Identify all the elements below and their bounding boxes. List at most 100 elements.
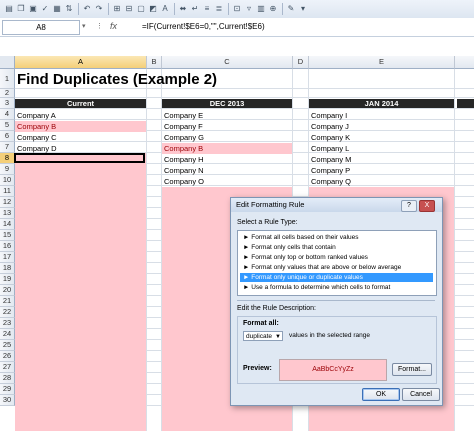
font-color-icon[interactable]: A [160, 4, 170, 14]
row-header-24[interactable]: 24 [0, 329, 15, 340]
row-header-10[interactable]: 10 [0, 175, 15, 186]
rule-type-item[interactable]: ► Format only top or bottom ranked value… [240, 253, 433, 262]
row-header-19[interactable]: 19 [0, 274, 15, 285]
column-header-f[interactable] [455, 56, 474, 69]
insert-row-icon[interactable]: ⊞ [112, 4, 122, 14]
select-all-corner[interactable] [0, 56, 15, 69]
row-header-11[interactable]: 11 [0, 186, 15, 197]
help-button[interactable]: ? [401, 200, 417, 212]
rule-type-item[interactable]: ► Format all cells based on their values [240, 233, 433, 242]
rule-type-item[interactable]: ► Format only unique or duplicate values [240, 273, 433, 282]
column-header-e[interactable]: E [309, 56, 455, 69]
function-icon[interactable]: fx [110, 21, 117, 31]
ok-button[interactable]: OK [362, 388, 400, 401]
jan-item[interactable]: Company J [309, 121, 454, 132]
name-box-dropdown-icon[interactable]: ▾ [82, 22, 86, 30]
spelling-icon[interactable]: ✓ [40, 4, 50, 14]
dialog-title-bar[interactable]: Edit Formatting Rule ? X [231, 198, 442, 212]
borders-icon[interactable]: ▢ [136, 4, 146, 14]
rule-type-item[interactable]: ► Use a formula to determine which cells… [240, 283, 433, 292]
row-header-4[interactable]: 4 [0, 109, 15, 120]
rule-type-item[interactable]: ► Format only values that are above or b… [240, 263, 433, 272]
rule-type-list[interactable]: ► Format all cells based on their values… [237, 230, 437, 296]
formula-bar-resize-icon[interactable]: ⋮ [96, 22, 103, 30]
jan-item[interactable]: Company P [309, 165, 454, 176]
dec-item[interactable]: Company G [162, 132, 292, 143]
row-header-14[interactable]: 14 [0, 219, 15, 230]
dec-item[interactable]: Company O [162, 176, 292, 187]
table-icon[interactable]: ▦ [52, 4, 62, 14]
format-painter-icon[interactable]: ✎ [286, 4, 296, 14]
active-cell-a8[interactable] [14, 153, 145, 163]
dec-item-duplicate[interactable]: Company B [162, 143, 292, 154]
row-header-5[interactable]: 5 [0, 120, 15, 131]
row-header-2[interactable]: 2 [0, 89, 15, 98]
jan-item[interactable]: Company M [309, 154, 454, 165]
dec-item[interactable]: Company N [162, 165, 292, 176]
redo-icon[interactable]: ↷ [94, 4, 104, 14]
toolbar-divider [78, 3, 79, 15]
name-box[interactable]: A8 [2, 20, 80, 35]
current-item[interactable]: Company A [15, 110, 146, 121]
column-header-c[interactable]: C [162, 56, 293, 69]
row-header-18[interactable]: 18 [0, 263, 15, 274]
freeze-panes-icon[interactable]: ⊡ [232, 4, 242, 14]
align-center-icon[interactable]: ≣ [214, 4, 224, 14]
row-header-23[interactable]: 23 [0, 318, 15, 329]
row-header-6[interactable]: 6 [0, 131, 15, 142]
rule-type-item[interactable]: ► Format only cells that contain [240, 243, 433, 252]
dec-item[interactable]: Company E [162, 110, 292, 121]
row-header-25[interactable]: 25 [0, 340, 15, 351]
customize-toolbar-icon[interactable]: ▾ [298, 4, 308, 14]
row-header-29[interactable]: 29 [0, 384, 15, 395]
row-header-30[interactable]: 30 [0, 395, 15, 406]
current-item[interactable]: Company C [15, 132, 146, 143]
duplicate-unique-select[interactable]: duplicate ▼ [243, 331, 283, 341]
column-header-b[interactable]: B [147, 56, 162, 69]
row-header-12[interactable]: 12 [0, 197, 15, 208]
sort-icon[interactable]: ⇅ [64, 4, 74, 14]
wrap-text-icon[interactable]: ↵ [190, 4, 200, 14]
format-button[interactable]: Format... [392, 363, 432, 376]
cancel-button[interactable]: Cancel [402, 388, 440, 401]
dec-item[interactable]: Company H [162, 154, 292, 165]
dec-item[interactable]: Company F [162, 121, 292, 132]
jan-item[interactable]: Company Q [309, 176, 454, 187]
row-header-7[interactable]: 7 [0, 142, 15, 153]
undo-icon[interactable]: ↶ [82, 4, 92, 14]
filter-icon[interactable]: ▿ [244, 4, 254, 14]
row-header-8[interactable]: 8 [0, 153, 15, 164]
quick-access-toolbar: ▤ ❐ ▣ ✓ ▦ ⇅ ↶ ↷ ⊞ ⊟ ▢ ◩ A ⬌ ↵ ≡ ≣ ⊡ ▿ ▥ … [0, 0, 474, 19]
jan-item[interactable]: Company K [309, 132, 454, 143]
jan-item[interactable]: Company I [309, 110, 454, 121]
row-header-20[interactable]: 20 [0, 285, 15, 296]
zoom-icon[interactable]: ⊕ [268, 4, 278, 14]
column-header-a[interactable]: A [15, 56, 147, 69]
formula-input[interactable]: =IF(Current!$E6=0,"",Current!$E6) [142, 22, 265, 31]
row-header-16[interactable]: 16 [0, 241, 15, 252]
toolbar-divider [228, 3, 229, 15]
copy-icon[interactable]: ❐ [16, 4, 26, 14]
row-header-15[interactable]: 15 [0, 230, 15, 241]
merge-icon[interactable]: ⬌ [178, 4, 188, 14]
row-header-9[interactable]: 9 [0, 164, 15, 175]
close-button[interactable]: X [419, 200, 435, 212]
row-header-28[interactable]: 28 [0, 373, 15, 384]
insert-column-icon[interactable]: ⊟ [124, 4, 134, 14]
jan-item[interactable]: Company L [309, 143, 454, 154]
row-header-1[interactable]: 1 [0, 69, 15, 89]
current-item-duplicate[interactable]: Company B [15, 121, 146, 132]
print-preview-icon[interactable]: ▣ [28, 4, 38, 14]
align-left-icon[interactable]: ≡ [202, 4, 212, 14]
row-header-22[interactable]: 22 [0, 307, 15, 318]
paste-icon[interactable]: ▤ [4, 4, 14, 14]
row-header-27[interactable]: 27 [0, 362, 15, 373]
row-header-26[interactable]: 26 [0, 351, 15, 362]
column-header-d[interactable]: D [293, 56, 309, 69]
row-header-21[interactable]: 21 [0, 296, 15, 307]
fill-color-icon[interactable]: ◩ [148, 4, 158, 14]
row-header-13[interactable]: 13 [0, 208, 15, 219]
chart-icon[interactable]: ▥ [256, 4, 266, 14]
row-header-3[interactable]: 3 [0, 98, 15, 109]
row-header-17[interactable]: 17 [0, 252, 15, 263]
